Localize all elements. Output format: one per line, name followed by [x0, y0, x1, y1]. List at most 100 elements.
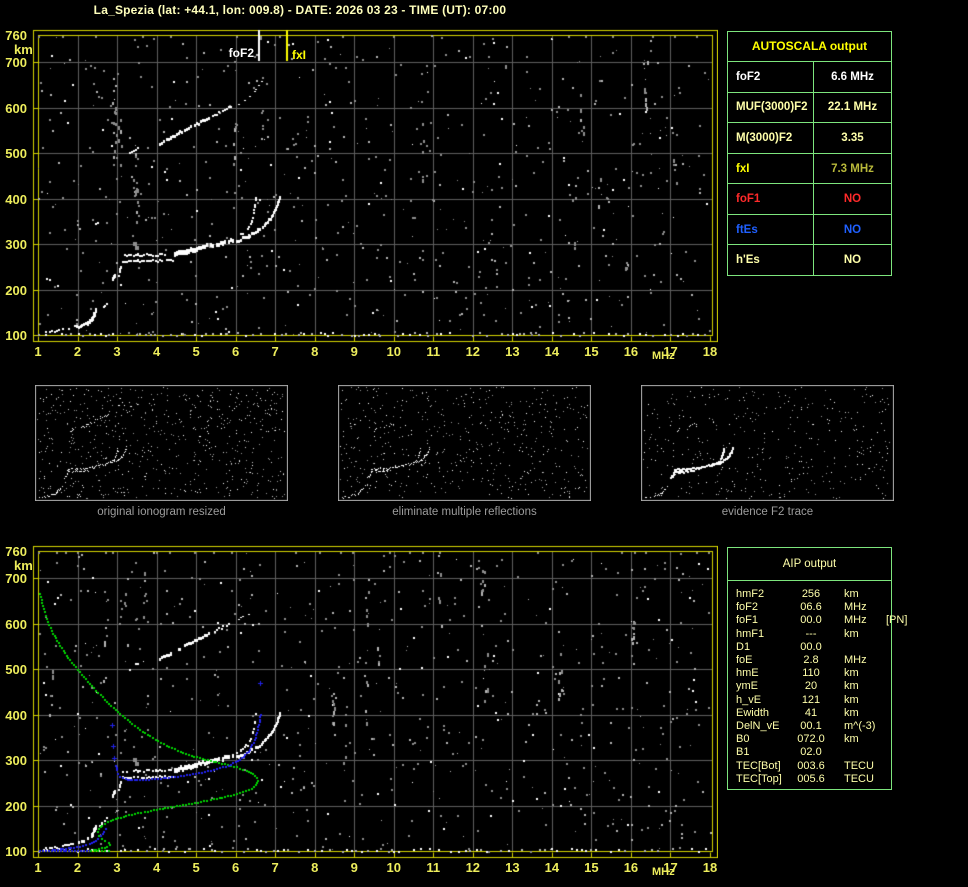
x-tick-label: 6	[232, 344, 240, 359]
aip-row: TEC[Top] 005.6 TECU	[728, 773, 891, 786]
aip-param-name: Ewidth	[736, 706, 770, 719]
x-tick-label: 3	[113, 344, 121, 359]
aip-param-unit	[834, 641, 886, 654]
aip-param-value: 41	[804, 706, 818, 719]
x-tick-label: 10	[386, 344, 401, 359]
autoscala-param-label: ftEs	[728, 214, 814, 245]
aip-param-extra	[886, 667, 891, 680]
x-tick-label: 13	[505, 344, 520, 359]
aip-param-unit: km	[844, 588, 859, 600]
x-tick-label: 12	[465, 860, 481, 875]
aip-param-extra: [PN]	[886, 614, 908, 627]
autoscala-param-label: MUF(3000)F2	[728, 92, 814, 123]
aip-param-name: D1	[736, 640, 751, 653]
aip-param-extra	[886, 641, 891, 654]
aip-row: h_vE 121 km	[728, 694, 891, 707]
y-tick-label: 500	[5, 662, 27, 678]
x-tick-label: 1	[34, 860, 42, 875]
thumbnail-original-ionogram	[35, 385, 288, 501]
x-tick-label: 15	[584, 860, 599, 875]
aip-param-unit	[834, 746, 886, 759]
x-tick-label: 9	[350, 344, 358, 359]
aip-param-value: 121	[801, 693, 821, 706]
aip-row: hmE 110 km	[728, 667, 891, 680]
thumbnail-evidence-f2-trace	[641, 385, 894, 501]
aip-param-unit: MHz	[844, 601, 867, 614]
aip-table-title: AIP output	[728, 548, 891, 581]
x-tick-label: 18	[702, 344, 718, 359]
aip-param-value: 005.6	[797, 772, 825, 785]
aip-param-name: hmF1	[736, 627, 765, 640]
autoscala-param-value: 3.35	[841, 131, 864, 144]
x-tick-label: 5	[192, 344, 200, 359]
autoscala-table-title: AUTOSCALA output	[728, 32, 891, 62]
aip-param-extra	[886, 773, 891, 786]
aip-param-value: 00.0	[800, 640, 822, 653]
x-tick-label: 11	[426, 344, 441, 359]
aip-row: hmF2 256 km	[728, 588, 891, 601]
station-title: La_Spezia (lat: +44.1, lon: 009.8) - DAT…	[93, 3, 507, 17]
fxi-marker-label: fxI	[292, 48, 307, 62]
aip-param-unit: km	[844, 693, 859, 706]
autoscala-table-rows: foF2 6.6 MHz MUF(3000)F2 22.1 MHz M(3000)F2 3…	[728, 62, 891, 276]
aip-param-name: ymE	[736, 680, 758, 693]
aip-param-name: foF1	[736, 614, 759, 627]
x-tick-label: 8	[311, 344, 319, 359]
aip-param-value: 003.6	[797, 759, 825, 772]
aip-param-extra	[886, 720, 891, 733]
aip-param-value: 00.0	[800, 614, 822, 627]
aip-row: foF1 00.0 MHz [PN]	[728, 614, 907, 627]
x-tick-label: 13	[505, 860, 520, 875]
autoscala-param-label: foF2	[728, 62, 814, 92]
thumbnail-eliminate-reflections	[338, 385, 591, 501]
aip-param-value: 256	[801, 588, 821, 600]
autoscala-row: MUF(3000)F2 22.1 MHz	[728, 92, 891, 124]
x-tick-label: 1	[34, 344, 42, 359]
x-tick-label: 8	[311, 860, 319, 875]
aip-param-value: 02.0	[800, 746, 822, 759]
y-tick-label: 500	[5, 146, 27, 162]
aip-param-unit: km	[844, 706, 859, 719]
x-tick-label: 16	[623, 860, 639, 875]
autoscala-param-value: 7.3 MHz	[831, 162, 874, 175]
y-tick-label: 400	[5, 707, 27, 723]
aip-param-extra	[886, 588, 891, 601]
autoscala-row: M(3000)F2 3.35	[728, 123, 891, 154]
aip-param-extra	[886, 654, 891, 667]
x-tick-label: 7	[271, 344, 279, 359]
aip-param-unit: km	[844, 733, 859, 746]
aip-param-value: 00.1	[800, 720, 822, 733]
y-tick-label: 300	[5, 237, 27, 253]
aip-row: B0 072.0 km	[728, 733, 891, 746]
aip-param-name: foF2	[736, 601, 759, 614]
aip-param-unit: m^(-3)	[844, 720, 876, 733]
x-tick-label: 5	[192, 860, 200, 875]
x-tick-label: 17	[663, 344, 678, 359]
x-tick-label: 4	[152, 860, 161, 875]
autoscala-param-label: h'Es	[728, 245, 814, 276]
aip-param-value: 2.8	[803, 654, 819, 667]
x-tick-label: 10	[386, 860, 401, 875]
aip-param-name: hmE	[736, 667, 759, 680]
x-tick-label: 2	[73, 860, 82, 875]
aip-param-value: 072.0	[797, 733, 825, 746]
aip-param-name: DelN_vE	[736, 720, 780, 733]
y-tick-label: 700	[5, 55, 27, 71]
y-tick-label: 600	[5, 616, 27, 632]
x-tick-label: 12	[465, 344, 481, 359]
aip-param-value: 110	[802, 667, 820, 680]
aip-param-extra	[886, 694, 891, 707]
aip-param-extra	[886, 628, 891, 641]
aip-row: foF2 06.6 MHz	[728, 601, 891, 614]
aip-row: Ewidth 41 km	[728, 707, 891, 720]
profile-ionogram-canvas	[30, 542, 718, 862]
aip-param-extra	[886, 601, 891, 614]
aip-row: DelN_vE 00.1 m^(-3)	[728, 720, 891, 733]
thumbnail-caption-eliminate: eliminate multiple reflections	[392, 506, 537, 518]
aip-param-extra	[886, 680, 891, 693]
aip-row: ymE 20 km	[728, 680, 891, 693]
aip-row: foE 2.8 MHz	[728, 654, 891, 667]
thumbnail-caption-original: original ionogram resized	[97, 506, 226, 518]
autoscala-output-table: AUTOSCALA output foF2 6.6 MHz MUF(3000)F2 2…	[727, 31, 892, 276]
x-tick-label: 14	[544, 860, 560, 875]
